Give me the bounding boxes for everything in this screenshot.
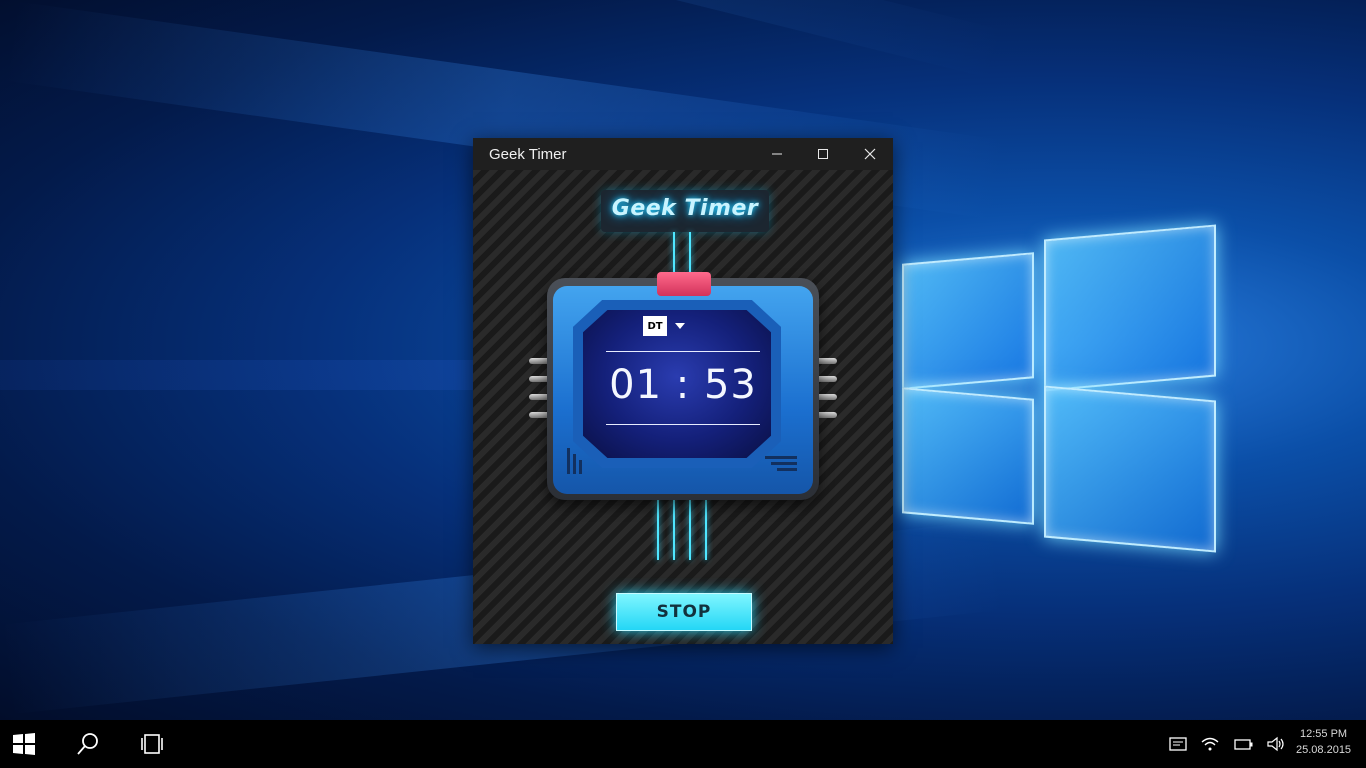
minimize-button[interactable] [754,138,800,170]
timer-display: 01 : 53 [609,362,757,408]
divider [606,351,760,352]
task-view-icon [141,734,163,754]
chevron-down-icon [675,323,685,329]
taskbar: 12:55 PM 25.08.2015 [0,720,1366,768]
vent [573,454,576,474]
clock-time[interactable]: 12:55 PM [1300,728,1347,740]
wire [689,500,691,560]
battery-button[interactable] [1232,732,1256,756]
profile-badge: DT [643,316,667,336]
wifi-icon [1201,737,1219,751]
vent [579,460,582,474]
windows-logo-pane [1044,385,1216,553]
clock-date[interactable]: 25.08.2015 [1296,744,1351,756]
window-title: Geek Timer [489,146,567,163]
close-icon [864,148,876,160]
app-content: Geek Timer DT 01 : 53 STOP [473,170,893,644]
divider [606,424,760,425]
windows-logo-pane [902,387,1034,525]
profile-selector[interactable]: DT [643,316,685,336]
close-button[interactable] [847,138,893,170]
windows-logo-pane [902,252,1034,390]
wire [705,500,707,560]
vent [567,448,570,474]
app-logo: Geek Timer [601,190,769,232]
wire [657,500,659,560]
geek-timer-window: Geek Timer Geek Timer DT 01: 53 STOP [473,138,893,644]
action-center-button[interactable] [1166,732,1190,756]
wifi-button[interactable] [1198,732,1222,756]
action-center-icon [1169,737,1187,751]
maximize-button[interactable] [800,138,846,170]
vent [765,456,797,459]
title-bar[interactable]: Geek Timer [473,138,893,170]
volume-icon [1267,736,1284,752]
windows-logo-pane [1044,224,1216,392]
device-top-tab [657,272,711,296]
battery-icon [1234,739,1253,750]
search-button[interactable] [64,720,112,768]
maximize-icon [818,149,828,159]
volume-button[interactable] [1264,732,1288,756]
vent [777,468,797,471]
stop-button[interactable]: STOP [616,593,752,631]
minimize-icon [772,153,782,155]
task-view-button[interactable] [128,720,176,768]
timer-device: DT 01 : 53 [547,272,819,500]
logo-text: Geek Timer [611,196,759,221]
windows-start-icon [13,733,35,755]
wire [673,500,675,560]
vent [771,462,797,465]
search-icon [77,733,98,755]
start-button[interactable] [0,720,48,768]
